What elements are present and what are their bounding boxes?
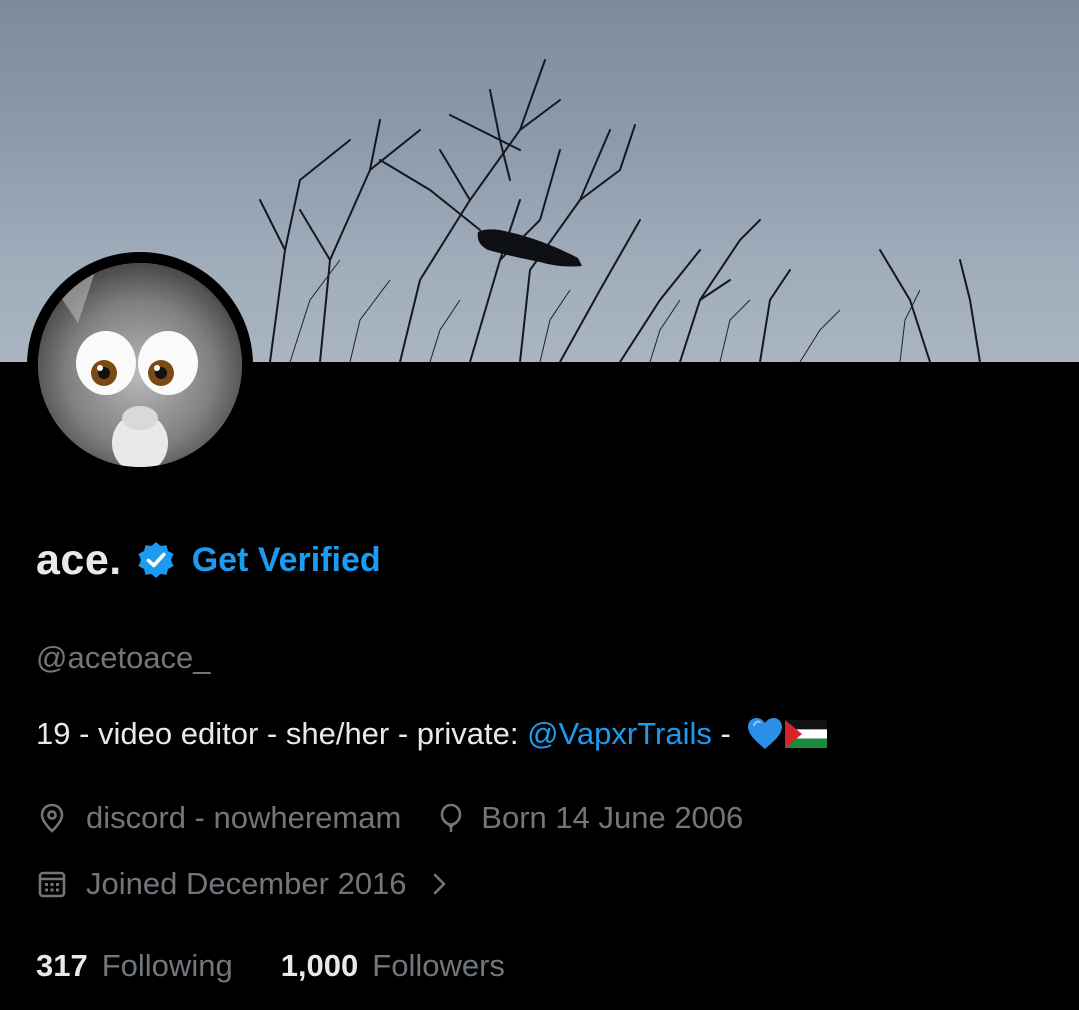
handle: @acetoace_ [36, 640, 211, 675]
location-pin-icon [36, 802, 68, 834]
avatar[interactable] [38, 263, 242, 467]
bio-mention-link[interactable]: @VapxrTrails [527, 716, 712, 752]
palestine-flag-icon [785, 720, 828, 748]
birthday-text: Born 14 June 2006 [481, 800, 744, 835]
following-label: Following [101, 948, 233, 983]
chevron-right-icon[interactable] [429, 869, 451, 899]
followers-link[interactable]: 1,000 Followers [281, 948, 505, 984]
get-verified-link[interactable]: Get Verified [192, 541, 381, 580]
following-link[interactable]: 317 Following [36, 948, 233, 984]
follow-stats: 317 Following 1,000 Followers [36, 948, 505, 984]
verified-badge-icon[interactable] [136, 540, 176, 580]
bio-text: 19 - video editor - she/her - private: [36, 716, 528, 751]
balloon-icon [435, 802, 467, 834]
birthday: Born 14 June 2006 [435, 800, 743, 836]
bio: 19 - video editor - she/her - private: @… [36, 716, 828, 752]
display-name: ace. [36, 535, 122, 584]
joined-row[interactable]: Joined December 2016 [36, 866, 451, 902]
name-row: ace. Get Verified [36, 530, 381, 590]
followers-label: Followers [372, 948, 505, 983]
location-text: discord - nowheremam [86, 800, 402, 835]
avatar-image [38, 263, 242, 467]
calendar-icon [36, 868, 68, 900]
following-count: 317 [36, 948, 88, 983]
joined-text: Joined December 2016 [86, 866, 407, 901]
blue-heart-icon [747, 717, 783, 751]
bio-text-after: - [711, 716, 740, 751]
profile-meta-row: discord - nowheremam Born 14 June 2006 [36, 800, 743, 836]
followers-count: 1,000 [280, 948, 359, 983]
